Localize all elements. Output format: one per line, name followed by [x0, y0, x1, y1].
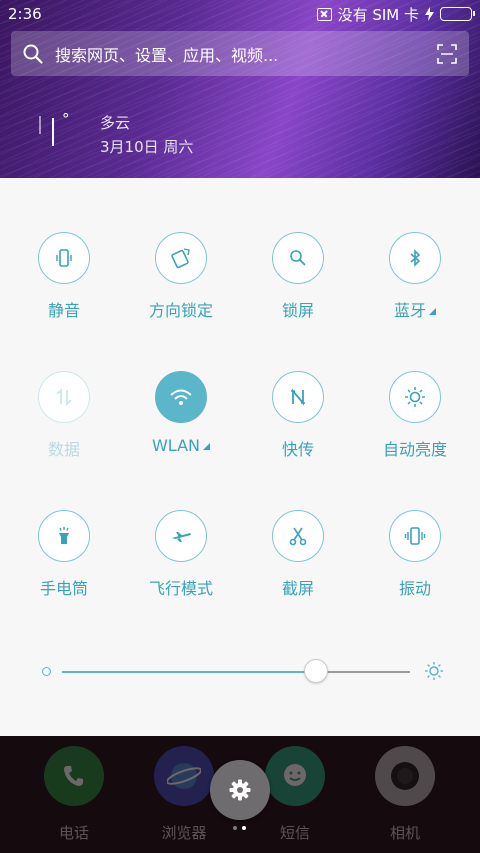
dock-app-label: 相机	[389, 824, 420, 842]
silent-icon[interactable]	[38, 232, 90, 284]
tile-label: 自动亮度	[382, 440, 447, 459]
search-input[interactable]: 搜索网页、设置、应用、视频...	[55, 42, 437, 66]
dock-app-label: 短信	[279, 824, 310, 842]
no-sim-icon	[316, 7, 332, 21]
tile-label: 截屏	[281, 579, 314, 598]
search-icon	[23, 44, 43, 64]
tile-lock-screen[interactable]: 锁屏	[238, 232, 358, 321]
vibrate-icon[interactable]	[389, 510, 441, 562]
tile-label: 方向锁定	[148, 301, 213, 320]
tile-label: 快传	[281, 440, 314, 459]
tile-label: 飞行模式	[148, 579, 213, 598]
gear-icon	[229, 779, 251, 801]
dock-app-label: 浏览器	[161, 824, 207, 842]
tile-wlan[interactable]: WLAN	[121, 371, 241, 455]
wallpaper-header: 2:36 没有 SIM 卡 搜索网页、设置、应用、视频... ° 多云 3月10…	[0, 0, 480, 178]
temperature-unit: °	[62, 110, 70, 128]
tile-label: 数据	[47, 440, 80, 459]
tile-label: 振动	[398, 579, 431, 598]
quick-settings-panel: 静音 方向锁定 锁屏 蓝牙 数据 WLAN 快传 自动亮度 手电筒 飞行模式 截…	[0, 178, 480, 736]
brightness-fill	[62, 671, 317, 673]
tile-label: 静音	[47, 301, 80, 320]
screenshot-icon[interactable]	[272, 510, 324, 562]
tile-bluetooth[interactable]: 蓝牙	[355, 232, 475, 321]
tile-label: 手电筒	[39, 579, 88, 598]
brightness-thumb[interactable]	[304, 659, 329, 683]
tile-screenshot[interactable]: 截屏	[238, 510, 358, 599]
status-bar: 2:36 没有 SIM 卡	[0, 0, 480, 28]
dock-app-phone[interactable]: 电话	[24, 746, 124, 843]
mobile-data-icon[interactable]	[38, 371, 90, 423]
expand-triangle-icon[interactable]	[429, 308, 436, 315]
browser-icon[interactable]	[154, 746, 214, 806]
airplane-icon[interactable]	[155, 510, 207, 562]
tile-flashlight[interactable]: 手电筒	[4, 510, 124, 599]
page-dot-active	[242, 826, 246, 830]
expand-triangle-icon[interactable]	[203, 443, 210, 450]
carrier-text: 没有 SIM 卡	[337, 5, 419, 24]
brightness-slider[interactable]	[38, 656, 444, 686]
temperature-display	[39, 116, 54, 146]
brightness-track[interactable]	[62, 659, 410, 683]
tile-quick-transfer[interactable]: 快传	[238, 371, 358, 460]
brightness-min-icon	[42, 667, 51, 676]
status-time: 2:36	[8, 5, 42, 23]
phone-icon[interactable]	[44, 746, 104, 806]
dock-app-label: 电话	[58, 824, 89, 842]
quick-transfer-icon[interactable]	[272, 371, 324, 423]
tile-vibrate[interactable]: 振动	[355, 510, 475, 599]
page-dot	[233, 826, 237, 830]
charging-icon	[425, 7, 434, 21]
page-indicator	[233, 826, 246, 830]
tile-label: 蓝牙	[355, 297, 475, 321]
messages-icon[interactable]	[265, 746, 325, 806]
dock-app-camera[interactable]: 相机	[355, 746, 455, 843]
tile-auto-brightness[interactable]: 自动亮度	[355, 371, 475, 460]
tile-silent[interactable]: 静音	[4, 232, 124, 321]
battery-icon	[440, 7, 475, 21]
flashlight-icon[interactable]	[38, 510, 90, 562]
brightness-max-icon	[425, 662, 443, 680]
lock-screen-icon[interactable]	[272, 232, 324, 284]
wifi-icon[interactable]	[155, 371, 207, 423]
auto-brightness-icon[interactable]	[389, 371, 441, 423]
scan-icon[interactable]	[437, 43, 457, 64]
tile-label: 锁屏	[281, 301, 314, 320]
camera-icon[interactable]	[375, 746, 435, 806]
weather-date: 3月10日 周六	[100, 138, 194, 156]
settings-button[interactable]	[210, 760, 270, 820]
rotation-lock-icon[interactable]	[155, 232, 207, 284]
tile-airplane[interactable]: 飞行模式	[121, 510, 241, 599]
search-bar[interactable]: 搜索网页、设置、应用、视频...	[11, 31, 469, 76]
tile-mobile-data[interactable]: 数据	[4, 371, 124, 460]
weather-condition: 多云	[100, 114, 131, 132]
bluetooth-icon[interactable]	[389, 232, 441, 284]
tile-label: WLAN	[121, 436, 241, 455]
tile-rotation-lock[interactable]: 方向锁定	[121, 232, 241, 321]
